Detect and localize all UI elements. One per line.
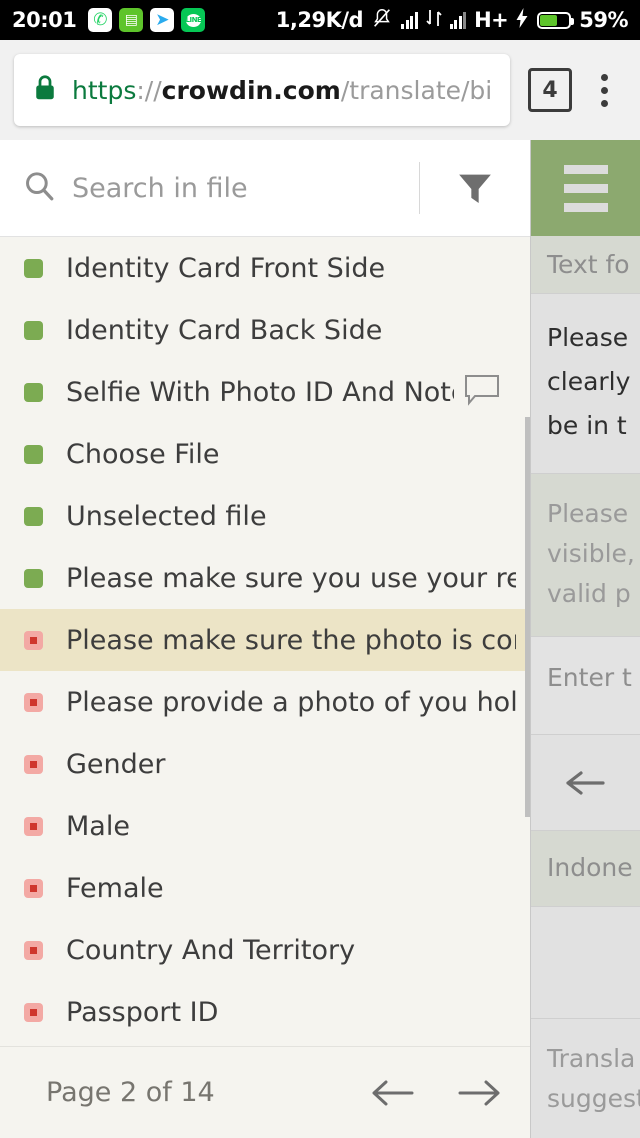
battery-app-icon: ▤ <box>119 8 144 32</box>
network-type-text: H+ <box>474 8 509 32</box>
string-row[interactable]: Choose File <box>0 423 530 485</box>
page-indicator: Page 2 of 14 <box>46 1077 215 1108</box>
string-label: Country And Territory <box>66 934 356 966</box>
whatsapp-icon: ✆ <box>88 8 113 32</box>
search-input[interactable] <box>72 172 419 204</box>
web-page-viewport: Text fo Please clearly be in t Please vi… <box>0 140 640 1138</box>
string-row[interactable]: Please make sure the photo is complet… <box>0 609 530 671</box>
translation-suggestions-label: Transla suggest <box>531 1019 640 1134</box>
string-row[interactable]: Unselected file <box>0 485 530 547</box>
editor-back-button[interactable] <box>531 735 640 832</box>
string-row[interactable]: Gender <box>0 733 530 795</box>
filter-funnel-icon[interactable] <box>420 140 530 236</box>
string-row[interactable]: Please provide a photo of you holding y… <box>0 671 530 733</box>
context-line: valid p <box>547 579 631 609</box>
signal-bars-icon <box>401 11 418 29</box>
search-icon <box>22 169 56 207</box>
context-line: Please <box>547 499 629 529</box>
source-string-text: Please clearly be in t <box>531 294 640 475</box>
string-row[interactable]: Country And Territory <box>0 919 530 981</box>
strings-list[interactable]: Identity Card Front Side Identity Card Ba… <box>0 237 530 1046</box>
battery-icon <box>537 11 575 29</box>
string-label: Please provide a photo of you holding y… <box>66 686 516 718</box>
address-bar[interactable]: https://crowdin.com/translate/bina <box>14 54 510 126</box>
list-scrollbar[interactable] <box>525 237 530 1046</box>
signal-bars-icon <box>449 11 467 29</box>
android-status-bar: 20:01 ✆ ▤ ➤ LINE 1,29K/d H+ 59% <box>0 0 640 40</box>
battery-percent-text: 59% <box>579 8 628 32</box>
prev-page-button[interactable] <box>368 1067 420 1119</box>
untranslated-status-marker <box>24 940 43 960</box>
untranslated-status-marker <box>24 692 43 712</box>
url-scheme: https <box>72 75 137 105</box>
string-row[interactable]: Identity Card Front Side <box>0 237 530 299</box>
string-label: Please make sure you use your real ide… <box>66 562 516 594</box>
search-bar <box>0 140 530 237</box>
telegram-icon: ➤ <box>150 8 175 32</box>
more-vertical-icon[interactable] <box>582 66 626 114</box>
string-label: Unselected file <box>66 500 267 532</box>
status-right-group: 1,29K/d H+ 59% <box>276 7 628 34</box>
status-clock: 20:01 <box>12 8 77 32</box>
hamburger-menu-icon[interactable] <box>531 140 640 236</box>
target-language-label[interactable]: Indone <box>531 831 640 908</box>
context-line: visible, <box>547 539 635 569</box>
string-label: Female <box>66 872 164 904</box>
string-context-text: Please visible, valid p <box>531 474 640 638</box>
string-label: Male <box>66 810 130 842</box>
url-host: crowdin.com <box>161 75 341 105</box>
string-label: Please make sure the photo is complet… <box>66 624 516 656</box>
notification-icons: ✆ ▤ ➤ LINE <box>88 8 206 32</box>
untranslated-status-marker <box>24 754 43 774</box>
next-page-button[interactable] <box>452 1067 504 1119</box>
pagination-bar: Page 2 of 14 <box>0 1046 530 1138</box>
string-row[interactable]: Identity Card Back Side <box>0 299 530 361</box>
untranslated-status-marker <box>24 816 43 836</box>
source-line: be in t <box>547 410 627 440</box>
translation-editor-panel: Text fo Please clearly be in t Please vi… <box>531 140 640 1138</box>
translated-status-marker <box>24 320 43 340</box>
translated-status-marker <box>24 568 43 588</box>
line-icon: LINE <box>181 8 206 32</box>
suggestions-line: Transla <box>547 1044 636 1074</box>
lock-icon <box>32 73 58 107</box>
string-label: Identity Card Front Side <box>66 252 386 284</box>
pagination-controls <box>368 1067 504 1119</box>
url-path: /translate/bina <box>340 75 492 105</box>
string-label: Choose File <box>66 438 220 470</box>
string-label: Selfie With Photo ID And Note <box>66 376 454 408</box>
file-strings-sidebar: Identity Card Front Side Identity Card Ba… <box>0 140 531 1138</box>
string-label: Gender <box>66 748 166 780</box>
untranslated-status-marker <box>24 630 43 650</box>
string-row[interactable]: Selfie With Photo ID And Note <box>0 361 530 423</box>
suggestions-line: suggest <box>547 1084 640 1114</box>
tab-switcher-button[interactable]: 4 <box>528 68 572 112</box>
editor-empty-area <box>531 907 640 1020</box>
translation-input[interactable]: Enter t <box>531 637 640 736</box>
translated-status-marker <box>24 506 43 526</box>
browser-toolbar: https://crowdin.com/translate/bina 4 <box>0 40 640 140</box>
comment-bubble-icon[interactable] <box>464 374 500 410</box>
charging-bolt-icon <box>516 7 529 33</box>
string-label: Passport ID <box>66 996 219 1028</box>
untranslated-status-marker <box>24 878 43 898</box>
string-row[interactable]: Female <box>0 857 530 919</box>
list-scrollbar-thumb[interactable] <box>525 417 530 817</box>
string-row[interactable]: Male <box>0 795 530 857</box>
translated-status-marker <box>24 382 43 402</box>
string-row[interactable]: Passport ID <box>0 981 530 1043</box>
url-text: https://crowdin.com/translate/bina <box>72 76 492 105</box>
source-line: Please <box>547 323 629 352</box>
untranslated-status-marker <box>24 1002 43 1022</box>
bell-slash-icon <box>371 7 393 34</box>
translated-status-marker <box>24 444 43 464</box>
data-transfer-icon <box>425 8 442 33</box>
source-line: clearly <box>547 366 631 396</box>
network-speed-text: 1,29K/d <box>275 8 364 32</box>
url-separator: :// <box>136 75 162 105</box>
string-label: Identity Card Back Side <box>66 314 383 346</box>
translated-status-marker <box>24 258 43 278</box>
editor-section-label: Text fo <box>531 236 640 294</box>
string-row[interactable]: Please make sure you use your real ide… <box>0 547 530 609</box>
